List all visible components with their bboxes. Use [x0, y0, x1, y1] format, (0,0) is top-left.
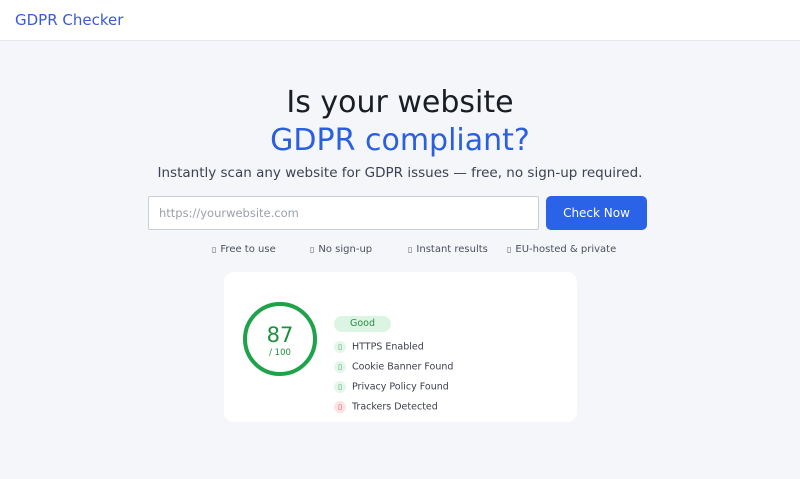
url-input[interactable]: [148, 196, 539, 230]
top-navbar: GDPR Checker: [0, 0, 800, 41]
check-icon: ▯: [334, 361, 346, 373]
feature-item: ▯ No sign-up: [310, 244, 372, 255]
feature-label: Instant results: [416, 244, 488, 255]
status-badge: Good: [334, 316, 391, 332]
warning-icon: ▯: [334, 401, 346, 413]
check-item: ▯ Trackers Detected: [334, 401, 438, 415]
score-value: 87: [266, 323, 294, 347]
check-item: ▯ Privacy Policy Found: [334, 381, 449, 395]
check-icon: ▯: [310, 245, 315, 254]
feature-list: ▯ Free to use ▯ No sign-up ▯ Instant result…: [0, 244, 800, 258]
hero-title-line1: Is your website: [286, 85, 514, 120]
brand-link[interactable]: GDPR Checker: [15, 11, 123, 29]
check-label: Cookie Banner Found: [352, 361, 454, 373]
check-now-button[interactable]: Check Now: [546, 196, 647, 230]
check-icon: ▯: [507, 245, 512, 254]
check-item: ▯ HTTPS Enabled: [334, 341, 424, 355]
check-icon: ▯: [408, 245, 413, 254]
check-label: Trackers Detected: [352, 401, 438, 413]
score-max: / 100: [269, 348, 291, 358]
hero-title: Is your website GDPR compliant?: [0, 84, 800, 160]
hero-title-highlight: GDPR compliant?: [270, 123, 530, 158]
check-item: ▯ Cookie Banner Found: [334, 361, 453, 375]
check-icon: ▯: [334, 341, 346, 353]
feature-label: No sign-up: [318, 244, 373, 255]
feature-item: ▯ Free to use: [212, 244, 276, 255]
feature-label: EU-hosted & private: [515, 244, 617, 255]
check-label: Privacy Policy Found: [352, 381, 449, 393]
feature-label: Free to use: [220, 244, 276, 255]
feature-item: ▯ Instant results: [408, 244, 488, 255]
check-icon: ▯: [212, 245, 217, 254]
result-card: 87 / 100 Good ▯ HTTPS Enabled ▯ Cookie Ban…: [224, 272, 577, 422]
hero-subtitle: Instantly scan any website for GDPR issu…: [157, 165, 643, 181]
check-label: HTTPS Enabled: [352, 341, 424, 353]
check-icon: ▯: [334, 381, 346, 393]
feature-item: ▯ EU-hosted & private: [507, 244, 616, 255]
